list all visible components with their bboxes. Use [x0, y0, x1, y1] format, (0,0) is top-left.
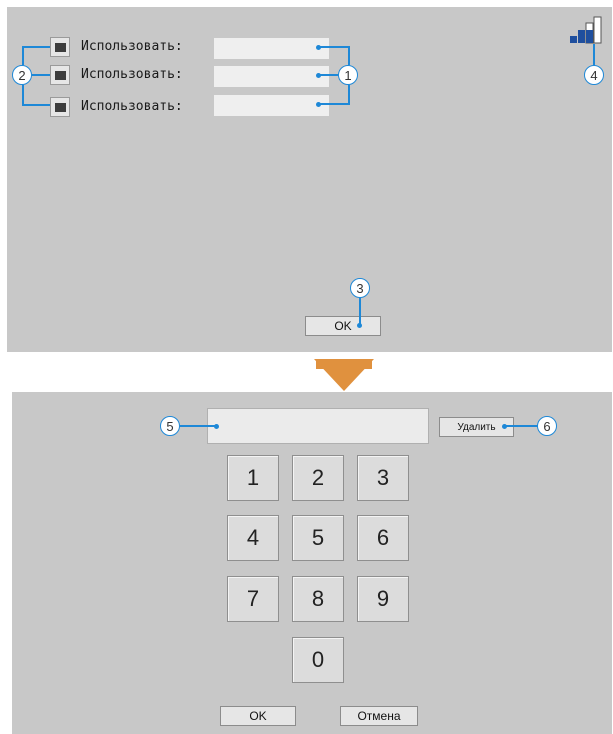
use-value-field-3[interactable] [214, 95, 329, 116]
callout-line [348, 46, 350, 65]
down-arrow-icon [314, 359, 374, 391]
delete-button-label: Удалить [457, 421, 496, 433]
key-9[interactable]: 9 [357, 576, 409, 622]
signal-strength-icon[interactable] [568, 16, 604, 44]
key-5[interactable]: 5 [292, 515, 344, 561]
callout-line [504, 425, 538, 427]
callout-dot [357, 323, 362, 328]
callout-line [180, 425, 216, 427]
keypad-ok-button[interactable]: OK [220, 706, 296, 726]
key-1[interactable]: 1 [227, 455, 279, 501]
callout-line [22, 46, 24, 65]
callout-line [22, 46, 50, 48]
callout-3: 3 [350, 278, 370, 298]
callout-line [22, 85, 24, 106]
use-checkbox-2[interactable] [50, 65, 70, 85]
use-checkbox-1[interactable] [50, 37, 70, 57]
use-label-3: Использовать: [81, 99, 183, 114]
callout-5: 5 [160, 416, 180, 436]
callout-line [22, 104, 50, 106]
callout-line [593, 44, 595, 65]
key-0[interactable]: 0 [292, 637, 344, 683]
use-label-1: Использовать: [81, 39, 183, 54]
cancel-button-label: Отмена [357, 709, 401, 723]
callout-line [318, 74, 338, 76]
callout-1: 1 [338, 65, 358, 85]
key-4[interactable]: 4 [227, 515, 279, 561]
key-8[interactable]: 8 [292, 576, 344, 622]
ok-button-label: OK [334, 319, 352, 333]
ok-button[interactable]: OK [305, 316, 381, 336]
keypad-ok-label: OK [249, 709, 267, 723]
checkbox-fill [55, 71, 66, 80]
callout-2: 2 [12, 65, 32, 85]
callout-dot [214, 424, 219, 429]
callout-4: 4 [584, 65, 604, 85]
callout-line [318, 46, 349, 48]
use-value-field-1[interactable] [214, 38, 329, 59]
callout-line [348, 85, 350, 105]
callout-6: 6 [537, 416, 557, 436]
use-checkbox-3[interactable] [50, 97, 70, 117]
key-3[interactable]: 3 [357, 455, 409, 501]
use-label-2: Использовать: [81, 67, 183, 82]
callout-line [318, 103, 349, 105]
key-7[interactable]: 7 [227, 576, 279, 622]
callout-line [32, 74, 50, 76]
key-2[interactable]: 2 [292, 455, 344, 501]
keypad-input-field[interactable] [207, 408, 429, 444]
checkbox-fill [55, 103, 66, 112]
use-value-field-2[interactable] [214, 66, 329, 87]
callout-line [359, 298, 361, 325]
cancel-button[interactable]: Отмена [340, 706, 418, 726]
checkbox-fill [55, 43, 66, 52]
key-6[interactable]: 6 [357, 515, 409, 561]
